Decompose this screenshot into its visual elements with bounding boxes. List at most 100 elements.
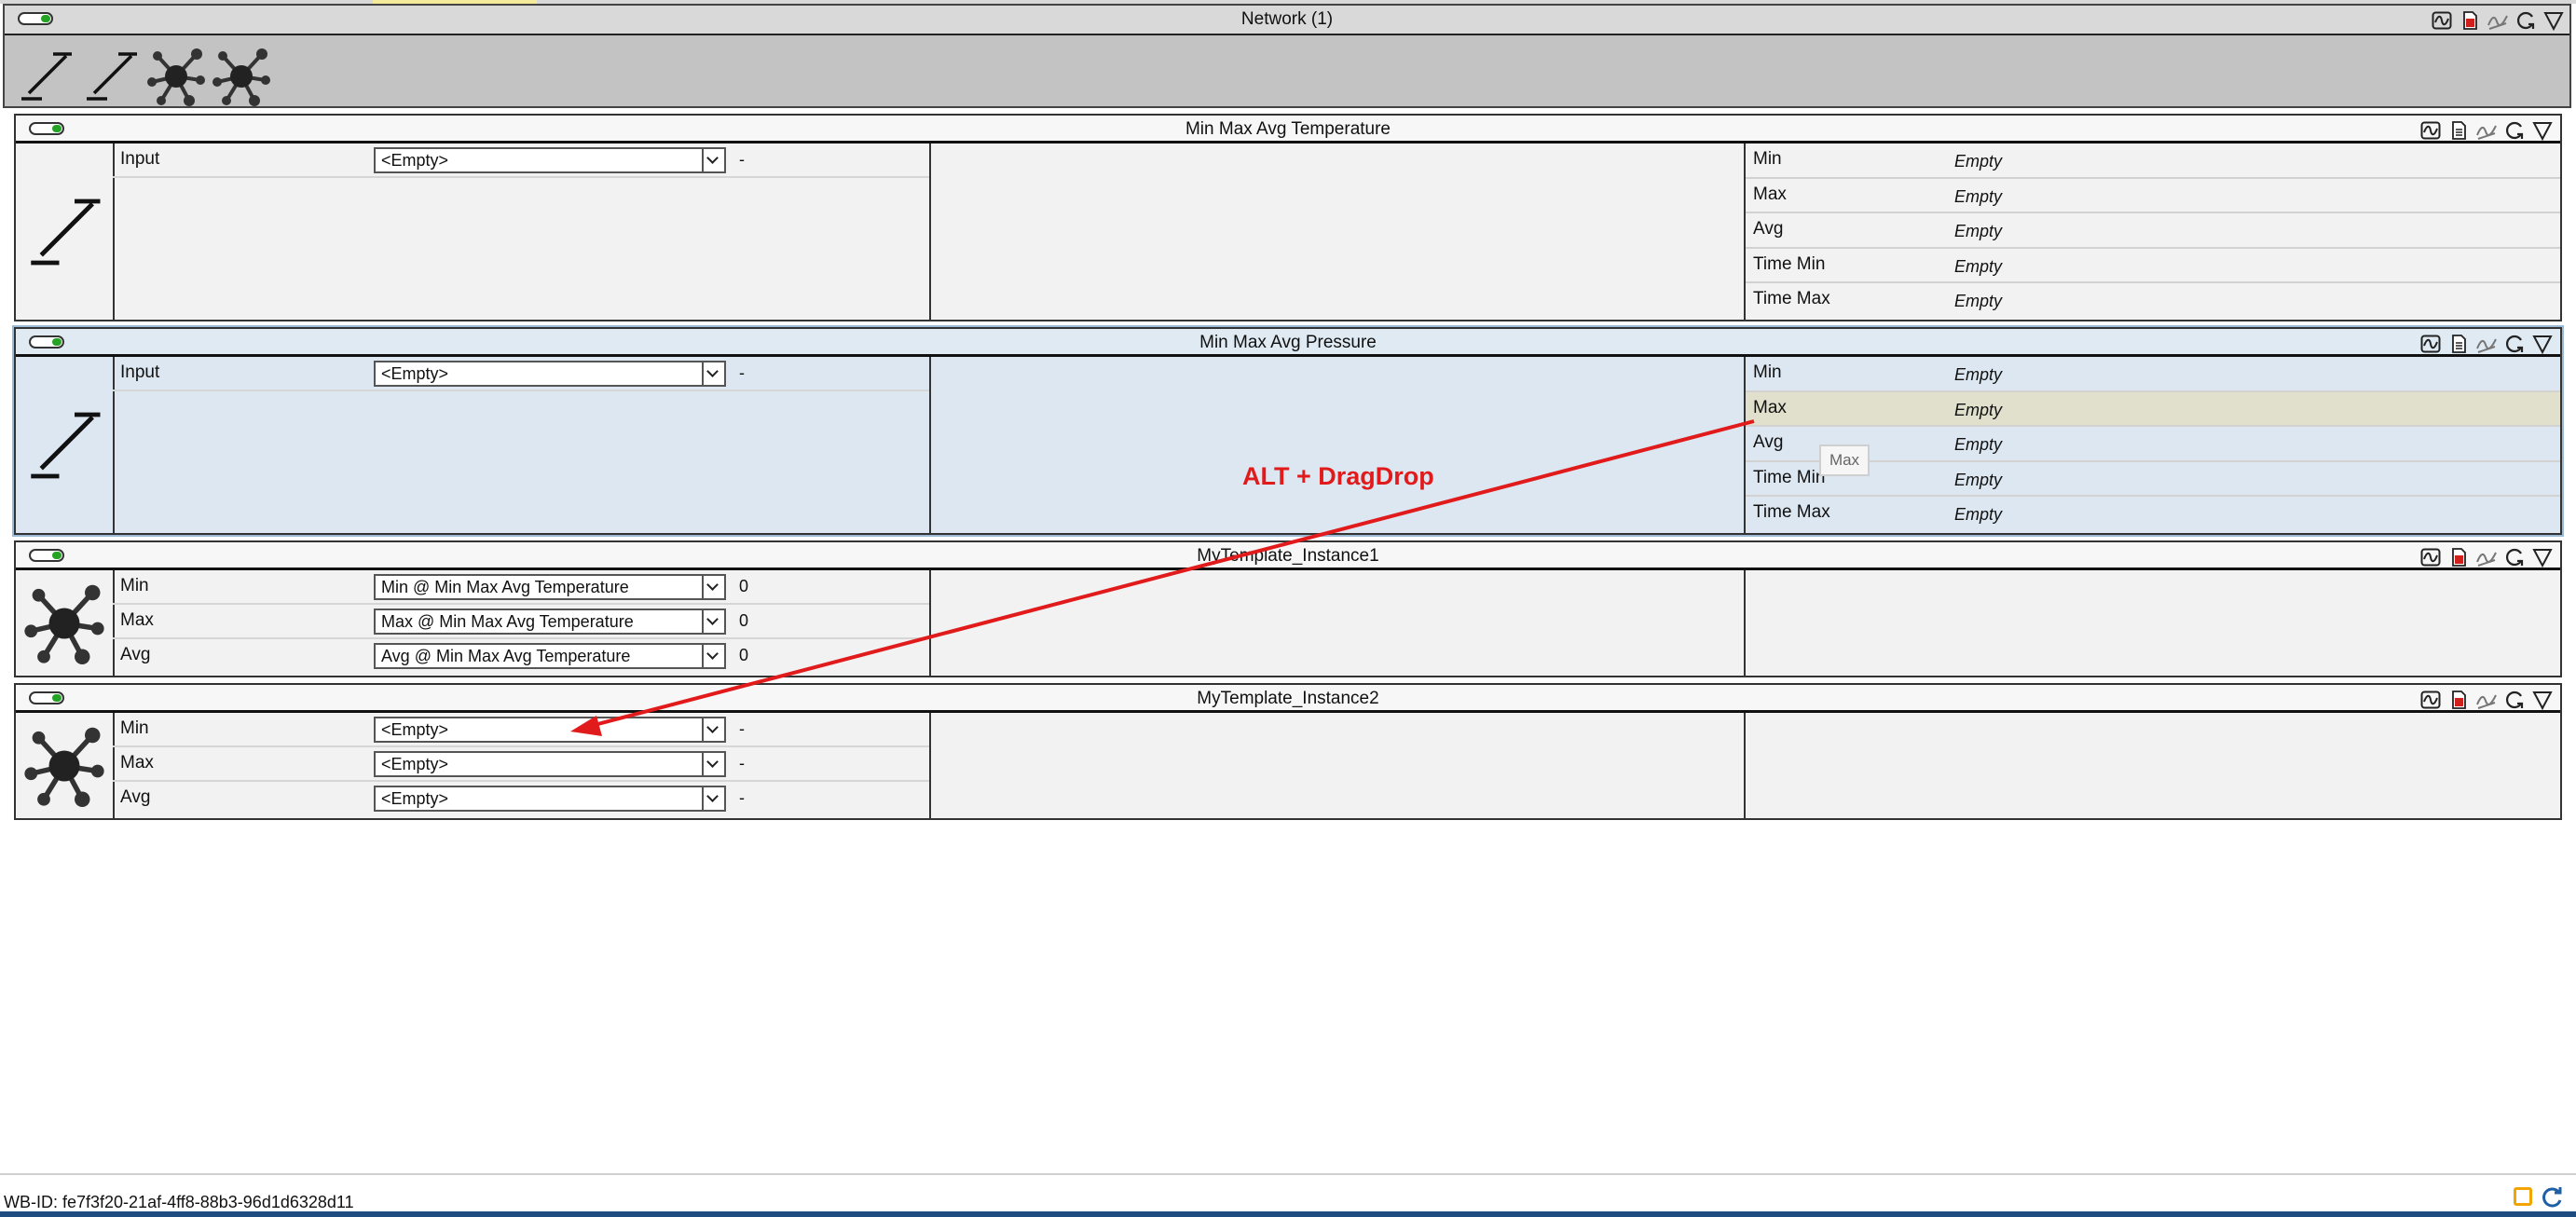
- minmax-icon: [23, 404, 105, 486]
- input-select-value: Max @ Min Max Avg Temperature: [381, 612, 634, 631]
- input-label: Max: [120, 610, 154, 630]
- input-row: Avg <Empty> -: [113, 782, 929, 816]
- output-row[interactable]: Max Empty: [1746, 179, 2560, 214]
- module-header-icons: [2420, 690, 2553, 710]
- module-icon-cell: [16, 144, 115, 320]
- refresh-icon[interactable]: [2541, 1185, 2565, 1210]
- inputs-column: Input <Empty> -: [113, 357, 931, 533]
- minmax-icon[interactable]: [81, 47, 141, 106]
- module-mytemplate-instance2[interactable]: MyTemplate_Instance2 Min <Empty> - Max <…: [14, 683, 2562, 820]
- chevron-down-icon[interactable]: [702, 362, 724, 385]
- input-select[interactable]: Min @ Min Max Avg Temperature: [374, 574, 726, 600]
- input-select[interactable]: Max @ Min Max Avg Temperature: [374, 608, 726, 635]
- network-node-icon: [23, 725, 105, 807]
- wb-id-text: WB-ID: fe7f3f20-21af-4ff8-88b3-96d1d6328…: [4, 1193, 354, 1211]
- input-row: Min <Empty> -: [113, 713, 929, 747]
- module-header: Min Max Avg Pressure: [16, 329, 2560, 357]
- reload-icon[interactable]: [2504, 547, 2525, 567]
- input-select-value: <Empty>: [381, 720, 449, 739]
- module-min-max-avg-pressure[interactable]: Min Max Avg Pressure Input <Empty> - Min…: [12, 325, 2564, 537]
- network-header-icons: [2432, 10, 2564, 31]
- reload-icon[interactable]: [2504, 120, 2525, 141]
- chevron-down-icon[interactable]: [702, 149, 724, 171]
- output-row[interactable]: Min Empty: [1746, 144, 2560, 179]
- output-row[interactable]: Time Max Empty: [1746, 283, 2560, 319]
- output-row-highlighted[interactable]: Max Empty: [1746, 391, 2560, 428]
- document-red-icon[interactable]: [2448, 547, 2469, 567]
- chart-icon[interactable]: [2420, 334, 2441, 354]
- inputs-column: Input <Empty> -: [113, 144, 931, 320]
- signal-icon[interactable]: [2476, 690, 2497, 710]
- input-select[interactable]: <Empty>: [374, 717, 726, 743]
- chart-icon[interactable]: [2420, 120, 2441, 141]
- output-row[interactable]: Time Max Empty: [1746, 497, 2560, 532]
- input-label: Input: [120, 362, 160, 382]
- filter-icon[interactable]: [2532, 334, 2553, 354]
- output-row[interactable]: Min Empty: [1746, 357, 2560, 392]
- reload-icon[interactable]: [2515, 10, 2536, 31]
- input-value: 0: [739, 577, 749, 595]
- network-panel: Network (1): [3, 4, 2571, 108]
- input-label: Input: [120, 149, 160, 169]
- signal-icon[interactable]: [2476, 120, 2497, 141]
- middle-column: [929, 357, 1746, 533]
- input-select[interactable]: <Empty>: [374, 786, 726, 812]
- document-icon[interactable]: [2448, 120, 2469, 141]
- document-icon[interactable]: [2448, 334, 2469, 354]
- filter-icon[interactable]: [2532, 120, 2553, 141]
- input-select[interactable]: Avg @ Min Max Avg Temperature: [374, 643, 726, 669]
- outputs-column: [1746, 570, 2560, 676]
- inputs-column: Min <Empty> - Max <Empty> - Avg <Empty> …: [113, 713, 931, 818]
- output-row[interactable]: Avg Empty: [1746, 213, 2560, 249]
- network-node-icon[interactable]: [146, 47, 206, 106]
- chevron-down-icon[interactable]: [702, 718, 724, 741]
- document-red-icon[interactable]: [2460, 10, 2480, 31]
- output-label: Time Max: [1753, 502, 1830, 523]
- input-select[interactable]: <Empty>: [374, 361, 726, 387]
- chart-icon[interactable]: [2420, 547, 2441, 567]
- chevron-down-icon[interactable]: [702, 753, 724, 775]
- output-label: Avg: [1753, 432, 1784, 453]
- filter-icon[interactable]: [2543, 10, 2564, 31]
- chart-icon[interactable]: [2432, 10, 2452, 31]
- input-value: -: [739, 363, 745, 382]
- output-row[interactable]: Time Min Empty: [1746, 249, 2560, 284]
- signal-icon[interactable]: [2476, 547, 2497, 567]
- module-icon-cell: [16, 570, 115, 676]
- chevron-down-icon[interactable]: [702, 576, 724, 598]
- output-label: Avg: [1753, 219, 1784, 239]
- output-value: Empty: [1954, 256, 2003, 276]
- module-min-max-avg-temperature[interactable]: Min Max Avg Temperature Input <Empty> - …: [14, 114, 2562, 321]
- document-red-icon[interactable]: [2448, 690, 2469, 710]
- signal-icon[interactable]: [2487, 10, 2508, 31]
- input-select[interactable]: <Empty>: [374, 751, 726, 777]
- input-select-value: <Empty>: [381, 151, 449, 170]
- reload-icon[interactable]: [2504, 334, 2525, 354]
- window-icon[interactable]: [2514, 1187, 2532, 1206]
- input-select-value: Min @ Min Max Avg Temperature: [381, 578, 629, 596]
- filter-icon[interactable]: [2532, 547, 2553, 567]
- input-select[interactable]: <Empty>: [374, 147, 726, 173]
- network-node-icon[interactable]: [212, 47, 271, 106]
- network-header: Network (1): [5, 6, 2569, 35]
- signal-icon[interactable]: [2476, 334, 2497, 354]
- outputs-column: [1746, 713, 2560, 818]
- middle-column: [929, 713, 1746, 818]
- drag-tooltip: Max: [1819, 444, 1870, 476]
- module-mytemplate-instance1[interactable]: MyTemplate_Instance1 Min Min @ Min Max A…: [14, 540, 2562, 677]
- filter-icon[interactable]: [2532, 690, 2553, 710]
- inputs-column: Min Min @ Min Max Avg Temperature 0 Max …: [113, 570, 931, 676]
- reload-icon[interactable]: [2504, 690, 2525, 710]
- module-header-icons: [2420, 120, 2553, 141]
- module-title: MyTemplate_Instance2: [1197, 689, 1379, 708]
- chart-icon[interactable]: [2420, 690, 2441, 710]
- chevron-down-icon[interactable]: [702, 645, 724, 667]
- input-row: Max Max @ Min Max Avg Temperature 0: [113, 605, 929, 639]
- minmax-icon[interactable]: [16, 47, 75, 106]
- module-title: Min Max Avg Pressure: [1199, 333, 1377, 352]
- chevron-down-icon[interactable]: [702, 610, 724, 633]
- middle-column: [929, 570, 1746, 676]
- input-row: Input <Empty> -: [113, 357, 929, 391]
- chevron-down-icon[interactable]: [702, 787, 724, 810]
- minmax-icon: [23, 191, 105, 273]
